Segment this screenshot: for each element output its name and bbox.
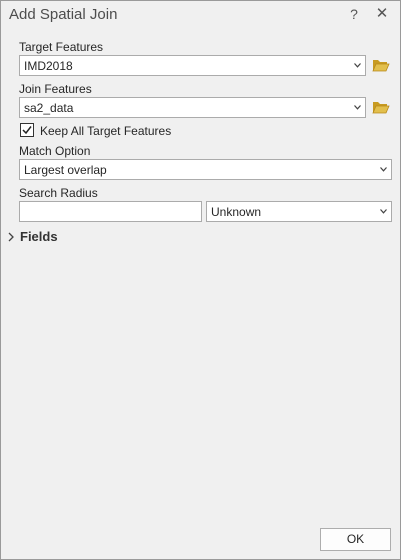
add-spatial-join-dialog: Add Spatial Join ? ✕ Target Features IMD…	[0, 0, 401, 560]
join-features-label: Join Features	[19, 82, 92, 96]
help-button[interactable]: ?	[344, 4, 364, 24]
search-radius-label: Search Radius	[19, 186, 98, 200]
dialog-title: Add Spatial Join	[9, 6, 118, 23]
target-features-dropdown[interactable]: IMD2018	[19, 55, 366, 76]
keep-all-target-features-label: Keep All Target Features	[40, 124, 172, 138]
folder-icon[interactable]	[372, 57, 390, 73]
checkmark-icon	[22, 126, 32, 135]
folder-icon[interactable]	[372, 99, 390, 115]
search-radius-unit-value: Unknown	[211, 205, 262, 219]
title-bar: Add Spatial Join ? ✕	[1, 1, 400, 29]
match-option-dropdown[interactable]: Largest overlap	[19, 159, 392, 180]
chevron-down-icon	[354, 105, 361, 110]
search-radius-unit-dropdown[interactable]: Unknown	[206, 201, 392, 222]
chevron-down-icon	[380, 209, 387, 214]
join-features-dropdown[interactable]: sa2_data	[19, 97, 366, 118]
search-radius-input[interactable]	[19, 201, 202, 222]
close-button[interactable]: ✕	[372, 4, 392, 24]
target-features-value: IMD2018	[24, 59, 73, 73]
target-features-label: Target Features	[19, 40, 104, 54]
match-option-value: Largest overlap	[24, 163, 107, 177]
match-option-label: Match Option	[19, 144, 91, 158]
fields-section-label: Fields	[20, 229, 58, 244]
chevron-down-icon	[380, 167, 387, 172]
ok-button[interactable]: OK	[320, 528, 391, 551]
keep-all-target-features-checkbox[interactable]	[20, 123, 34, 137]
chevron-down-icon	[354, 63, 361, 68]
chevron-right-icon	[8, 232, 14, 242]
join-features-value: sa2_data	[24, 101, 74, 115]
